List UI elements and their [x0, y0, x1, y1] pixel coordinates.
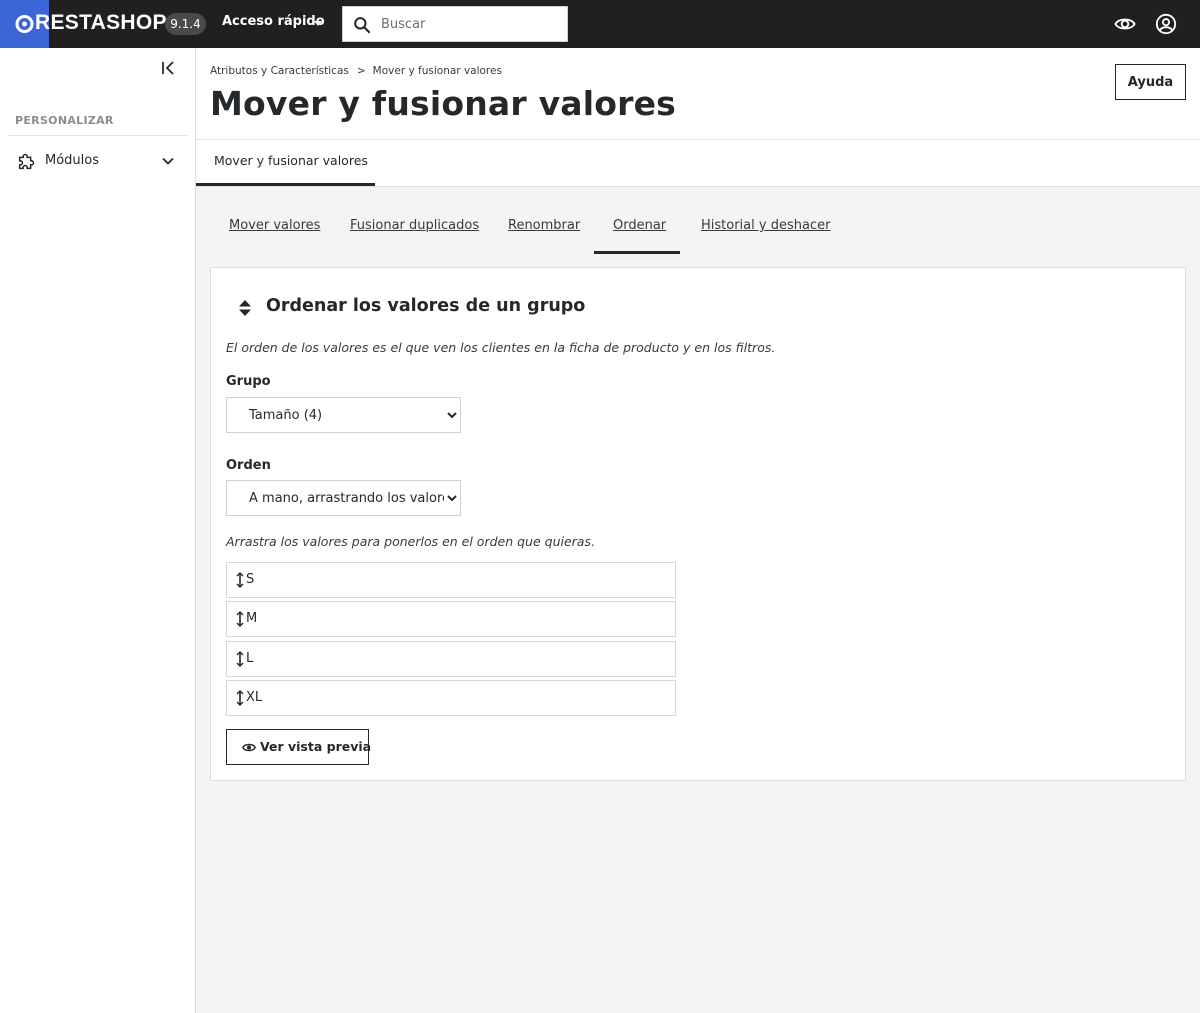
- list-item[interactable]: S: [226, 562, 676, 598]
- value-label: M: [246, 611, 258, 626]
- puzzle-icon: [18, 153, 35, 170]
- sort-card: Ordenar los valores de un grupo El orden…: [210, 267, 1186, 781]
- breadcrumb: Atributos y Características > Mover y fusi…: [210, 65, 502, 77]
- list-item[interactable]: L: [226, 641, 676, 677]
- version-badge: 9.1.4: [165, 13, 206, 35]
- sidebar-item-modulos[interactable]: Módulos: [0, 144, 195, 178]
- drag-hint: Arrastra los valores para ponerlos en el…: [226, 534, 595, 549]
- quick-access-button[interactable]: Acceso rápido: [222, 14, 325, 29]
- value-label: L: [246, 651, 254, 666]
- prestashop-logo-icon: [15, 15, 34, 33]
- card-description: El orden de los valores es el que ven lo…: [226, 340, 776, 355]
- value-label: XL: [246, 690, 263, 705]
- breadcrumb-current: Mover y fusionar valores: [372, 65, 502, 77]
- search-icon[interactable]: [352, 15, 372, 35]
- top-header: RESTASHOP 9.1.4 Acceso rápido: [0, 0, 1200, 48]
- card-title: Ordenar los valores de un grupo: [266, 296, 586, 316]
- drag-handle-icon[interactable]: [236, 690, 244, 706]
- breadcrumb-separator: >: [356, 65, 366, 77]
- sort-icon: [239, 300, 251, 316]
- tab-label: Mover y fusionar valores: [214, 153, 368, 168]
- collapse-sidebar-icon[interactable]: [159, 58, 179, 78]
- search-box[interactable]: [342, 6, 568, 42]
- sidebar: PERSONALIZAR Módulos: [0, 48, 196, 1013]
- order-select[interactable]: A mano, arrastrando los valores: [226, 480, 461, 516]
- value-label: S: [246, 572, 255, 587]
- drag-handle-icon[interactable]: [236, 651, 244, 667]
- eye-icon: [242, 743, 256, 752]
- account-icon[interactable]: [1155, 13, 1177, 35]
- subtab-historial-deshacer[interactable]: Historial y deshacer: [701, 218, 830, 233]
- breadcrumb-link[interactable]: Atributos y Características: [210, 65, 349, 77]
- search-input[interactable]: [381, 7, 561, 41]
- caret-down-icon[interactable]: [314, 21, 322, 26]
- subtab-ordenar[interactable]: Ordenar: [613, 218, 666, 233]
- preview-button-label: Ver vista previa: [260, 739, 372, 754]
- subtab-fusionar-duplicados[interactable]: Fusionar duplicados: [350, 218, 479, 233]
- order-label: Orden: [226, 458, 271, 473]
- list-item[interactable]: XL: [226, 680, 676, 716]
- subtab-renombrar[interactable]: Renombrar: [508, 218, 580, 233]
- help-button[interactable]: Ayuda: [1115, 64, 1186, 100]
- sidebar-item-label: Módulos: [45, 153, 99, 168]
- main-content: Mover valores Fusionar duplicados Renomb…: [196, 186, 1200, 1013]
- tab-mover-fusionar[interactable]: Mover y fusionar valores: [196, 140, 375, 186]
- chevron-down-icon[interactable]: [160, 153, 176, 169]
- eye-icon[interactable]: [1114, 13, 1136, 35]
- list-item[interactable]: M: [226, 601, 676, 637]
- subtab-mover-valores[interactable]: Mover valores: [229, 218, 320, 233]
- group-select[interactable]: Tamaño (4): [226, 397, 461, 433]
- group-label: Grupo: [226, 374, 271, 389]
- preview-button[interactable]: Ver vista previa: [226, 729, 372, 765]
- sidebar-divider: [8, 135, 188, 136]
- drag-handle-icon[interactable]: [236, 611, 244, 627]
- logo-text: RESTASHOP: [35, 11, 167, 34]
- page-title: Mover y fusionar valores: [210, 84, 677, 123]
- drag-handle-icon[interactable]: [236, 572, 244, 588]
- sidebar-section-title: PERSONALIZAR: [15, 114, 114, 127]
- active-subtab-indicator: [594, 251, 680, 254]
